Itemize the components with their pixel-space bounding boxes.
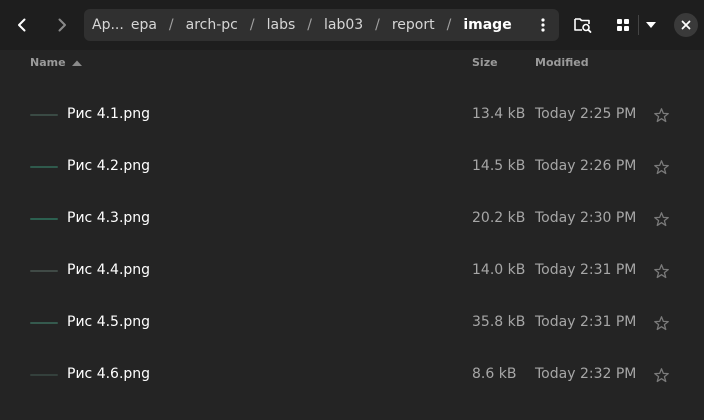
file-list: Рис 4.1.png 13.4 kB Today 2:25 PM Рис 4.… (0, 90, 704, 402)
file-modified: Today 2:25 PM (535, 106, 637, 122)
breadcrumb-item-labs[interactable]: labs (267, 9, 296, 41)
file-row[interactable]: Рис 4.4.png 14.0 kB Today 2:31 PM (0, 246, 704, 298)
star-icon[interactable] (653, 315, 670, 332)
image-thumbnail-icon (30, 114, 58, 116)
breadcrumb-item-report[interactable]: report (392, 9, 435, 41)
file-modified: Today 2:26 PM (535, 158, 637, 174)
file-row[interactable]: Рис 4.1.png 13.4 kB Today 2:25 PM (0, 90, 704, 142)
file-name: Рис 4.5.png (67, 314, 151, 330)
file-size: 14.0 kB (472, 262, 526, 278)
star-icon[interactable] (653, 263, 670, 280)
file-name: Рис 4.2.png (67, 158, 151, 174)
breadcrumb-separator: / (446, 17, 452, 33)
file-manager-window: Ар... ера / arch-pc / labs / lab03 / rep… (0, 0, 704, 420)
breadcrumb-separator: / (375, 17, 380, 33)
column-header-modified[interactable]: Modified (535, 56, 589, 69)
forward-button[interactable] (47, 10, 77, 40)
view-button-divider (638, 15, 639, 35)
file-name: Рис 4.6.png (67, 366, 151, 382)
view-toggle-button[interactable] (610, 10, 636, 40)
triangle-down-icon (646, 22, 656, 28)
grid-view-icon (617, 19, 629, 31)
star-icon[interactable] (653, 159, 670, 176)
breadcrumb-separator: / (168, 17, 174, 33)
file-modified: Today 2:32 PM (535, 366, 637, 382)
breadcrumb-item-image[interactable]: image (463, 9, 511, 41)
file-modified: Today 2:30 PM (535, 210, 637, 226)
breadcrumb-item-ap[interactable]: Ар... (92, 9, 124, 41)
close-icon (681, 20, 691, 30)
file-modified: Today 2:31 PM (535, 314, 637, 330)
file-name: Рис 4.1.png (67, 106, 151, 122)
search-button[interactable] (570, 10, 596, 40)
image-thumbnail-icon (30, 270, 58, 272)
view-options-button[interactable] (641, 10, 661, 40)
breadcrumb-item-lab03[interactable]: lab03 (324, 9, 363, 41)
breadcrumb-separator: / (307, 17, 312, 33)
vertical-ellipsis-icon (541, 18, 545, 32)
folder-search-icon (574, 18, 592, 33)
path-bar: Ар... ера / arch-pc / labs / lab03 / rep… (84, 9, 559, 41)
file-row[interactable]: Рис 4.6.png 8.6 kB Today 2:32 PM (0, 350, 704, 402)
file-size: 13.4 kB (472, 106, 526, 122)
file-row[interactable]: Рис 4.3.png 20.2 kB Today 2:30 PM (0, 194, 704, 246)
breadcrumb-item-era[interactable]: ера (131, 9, 157, 41)
column-header-row: Name Size Modified (0, 50, 704, 76)
file-size: 20.2 kB (472, 210, 526, 226)
chevron-right-icon (58, 18, 66, 32)
file-size: 14.5 kB (472, 158, 526, 174)
file-size: 8.6 kB (472, 366, 517, 382)
file-name: Рис 4.3.png (67, 210, 151, 226)
image-thumbnail-icon (30, 322, 58, 324)
chevron-left-icon (18, 18, 26, 32)
column-header-size[interactable]: Size (472, 56, 498, 69)
file-modified: Today 2:31 PM (535, 262, 637, 278)
breadcrumb: Ар... ера / arch-pc / labs / lab03 / rep… (84, 9, 512, 41)
breadcrumb-separator: / (249, 17, 255, 33)
sort-ascending-icon[interactable] (71, 59, 83, 67)
back-button[interactable] (7, 10, 37, 40)
file-name: Рис 4.4.png (67, 262, 151, 278)
file-row[interactable]: Рис 4.5.png 35.8 kB Today 2:31 PM (0, 298, 704, 350)
file-size: 35.8 kB (472, 314, 526, 330)
image-thumbnail-icon (30, 218, 58, 220)
image-thumbnail-icon (30, 374, 58, 376)
file-row[interactable]: Рис 4.2.png 14.5 kB Today 2:26 PM (0, 142, 704, 194)
column-header-name[interactable]: Name (30, 56, 66, 69)
star-icon[interactable] (653, 367, 670, 384)
image-thumbnail-icon (30, 166, 58, 168)
breadcrumb-item-arch-pc[interactable]: arch-pc (186, 9, 238, 41)
path-menu-button[interactable] (531, 13, 555, 37)
star-icon[interactable] (653, 107, 670, 124)
close-button[interactable] (674, 13, 698, 37)
star-icon[interactable] (653, 211, 670, 228)
header-bar: Ар... ера / arch-pc / labs / lab03 / rep… (0, 0, 704, 50)
